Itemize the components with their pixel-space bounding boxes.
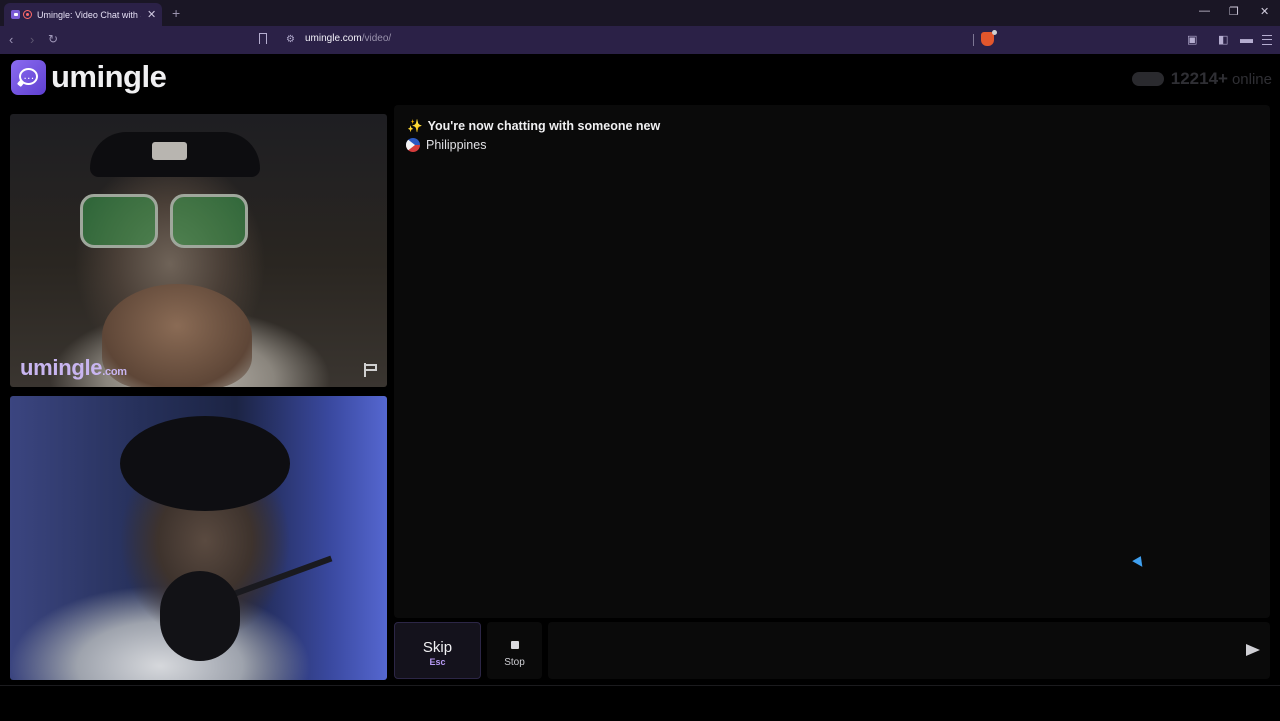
stranger-video: umingle.com [10,114,387,387]
video-glasses-left [80,194,158,248]
chat-log[interactable]: ✨ You're now chatting with someone new Ph… [394,105,1270,618]
chat-bubble-logo-icon: ··· [11,59,46,95]
umingle-logo[interactable]: ··· umingle [11,59,167,95]
browser-tab-active[interactable]: Umingle: Video Chat with Str ✕ [4,3,162,26]
sparkles-icon: ✨ [407,119,423,133]
report-flag-icon[interactable] [363,363,379,377]
forward-icon[interactable]: › [30,32,34,47]
back-icon[interactable]: ‹ [9,32,13,47]
video-watermark: umingle.com [20,355,127,381]
send-icon[interactable] [1246,644,1260,656]
reload-icon[interactable]: ↻ [48,32,58,46]
video-person-hair [120,416,290,511]
recording-indicator-icon [23,10,32,19]
video-cap-logo [152,142,187,160]
online-count: 12214+ [1170,69,1228,88]
stop-label: Stop [504,657,525,668]
system-message: ✨ You're now chatting with someone new [407,119,660,134]
message-input[interactable] [558,640,1222,662]
online-counter: 12214+ online [1131,69,1272,89]
video-glasses-right [170,194,248,248]
system-message-text: You're now chatting with someone new [427,119,661,133]
sidebar-icon[interactable]: ◧ [1218,33,1228,46]
logo-text: umingle [51,59,167,94]
umingle-favicon-icon [11,10,20,19]
address-bar[interactable]: umingle.com/video/ [305,33,391,44]
url-path: /video/ [361,33,392,44]
page: ··· umingle 12214+ online umingle.com ✨ Y… [0,54,1280,720]
self-video [10,396,387,680]
browser-menu-icon[interactable] [1262,35,1272,45]
window-minimize-button[interactable]: — [1199,5,1210,17]
bottom-bar [0,685,1280,721]
country-message: Philippines [406,138,486,152]
window-close-button[interactable]: ✕ [1260,5,1269,18]
watermark-text: umingle [20,355,103,380]
country-text: Philippines [426,138,487,152]
theme-toggle[interactable] [1131,72,1164,86]
address-separator [973,34,974,46]
screenshot-icon[interactable]: ▣ [1187,33,1197,46]
philippines-flag-icon [406,138,420,152]
new-tab-button[interactable]: + [172,5,180,21]
stop-icon [510,641,519,649]
stop-button[interactable]: Stop [487,622,542,679]
skip-button[interactable]: Skip Esc [394,622,481,679]
video-microphone [160,571,240,661]
browser-toolbar: ‹ › ↻ ⚙ umingle.com/video/ ▣ ◧ ▬ [0,26,1280,54]
browser-tabstrip: Umingle: Video Chat with Str ✕ + — ❐ ✕ [0,0,1280,26]
skip-label: Skip [422,639,453,656]
site-settings-icon[interactable]: ⚙ [286,34,295,45]
bookmark-icon[interactable] [259,33,267,44]
url-host: umingle.com [305,33,362,44]
window-restore-button[interactable]: ❐ [1229,5,1239,18]
tab-close-icon[interactable]: ✕ [147,8,156,21]
brave-shields-icon[interactable] [981,30,997,46]
online-label: online [1231,70,1272,88]
watermark-suffix: .com [102,366,127,378]
skip-shortcut: Esc [429,657,446,667]
message-box [548,622,1270,679]
tab-title: Umingle: Video Chat with Str [37,9,141,20]
wallet-icon[interactable]: ▬ [1240,31,1253,46]
